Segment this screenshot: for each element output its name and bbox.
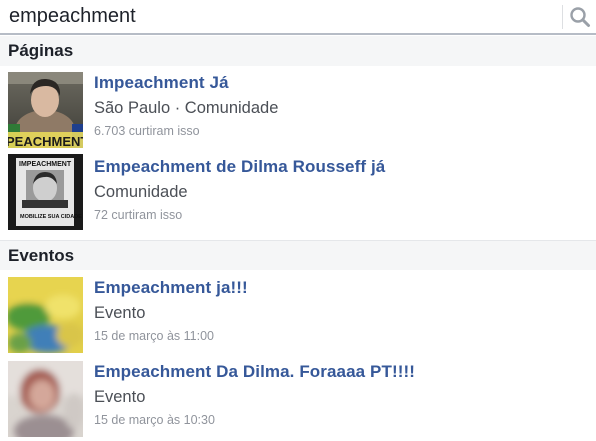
page-likes: 6.703 curtiram isso [94, 124, 200, 138]
event-date: 15 de março às 11:00 [94, 329, 214, 343]
page-title-link[interactable]: Empeachment de Dilma Rousseff já [94, 157, 385, 177]
event-title-link[interactable]: Empeachment Da Dilma. Foraaaa PT!!!! [94, 362, 415, 382]
event-title-link[interactable]: Empeachment ja!!! [94, 278, 248, 298]
page-thumbnail-text-top: IMPEACHMENT [19, 161, 72, 168]
search-divider [562, 5, 563, 29]
page-subtitle: Comunidade [94, 183, 188, 201]
page-thumbnail-text-bottom: MOBILIZE SUA CIDADE [20, 214, 82, 220]
event-date: 15 de março às 10:30 [94, 413, 215, 427]
page-result-empeachment-dilma[interactable]: IMPEACHMENT MOBILIZE SUA CIDADE Empeachm… [0, 150, 596, 238]
event-thumbnail [8, 277, 83, 353]
event-result-empeachment-ja[interactable]: Empeachment ja!!! Evento 15 de março às … [0, 271, 596, 355]
page-result-impeachment-ja[interactable]: PEACHMENT Impeachment Já São Paulo · Com… [0, 66, 596, 150]
event-subtitle: Evento [94, 304, 146, 322]
page-subtitle: São Paulo · Comunidade [94, 99, 279, 117]
section-header-pages: Páginas [0, 36, 596, 66]
page-thumbnail: PEACHMENT [8, 72, 83, 148]
page-thumbnail: IMPEACHMENT MOBILIZE SUA CIDADE [8, 154, 83, 230]
page-thumbnail-text: PEACHMENT [8, 134, 83, 148]
search-icon[interactable] [569, 6, 591, 28]
search-bar [0, 0, 596, 35]
search-input[interactable] [0, 0, 560, 33]
event-result-empeachment-da-dilma[interactable]: Empeachment Da Dilma. Foraaaa PT!!!! Eve… [0, 355, 596, 441]
section-header-events: Eventos [0, 240, 596, 270]
event-subtitle: Evento [94, 388, 146, 406]
page-likes: 72 curtiram isso [94, 208, 183, 222]
event-thumbnail [8, 361, 83, 437]
page-title-link[interactable]: Impeachment Já [94, 73, 229, 93]
